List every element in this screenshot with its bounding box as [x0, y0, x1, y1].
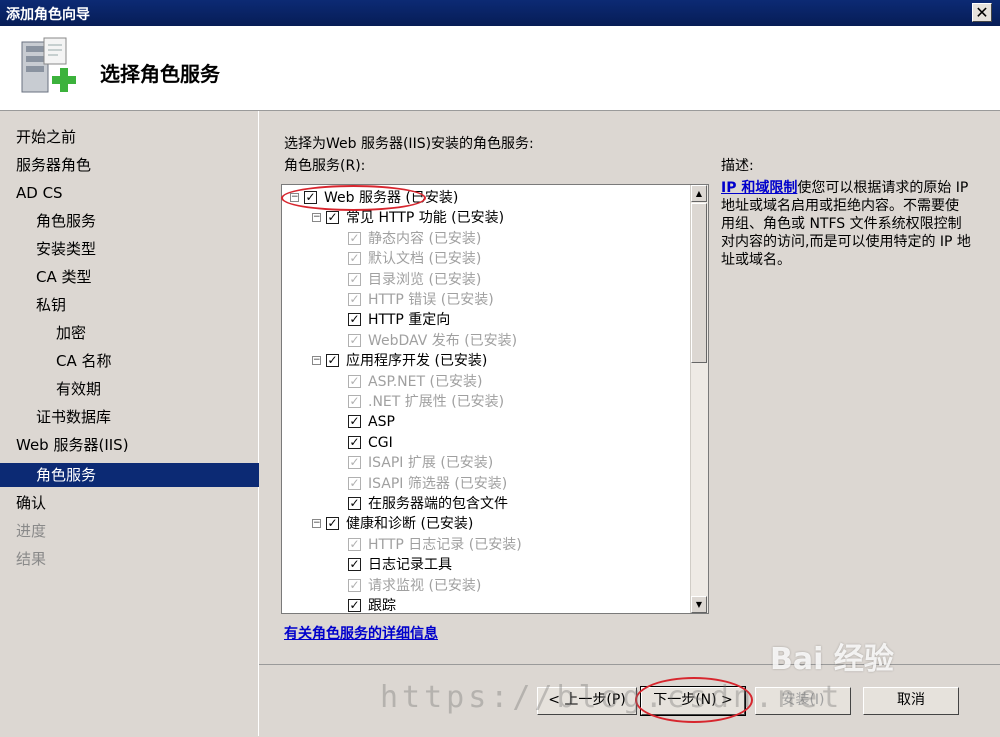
- nav-step-confirmation[interactable]: 确认: [0, 491, 274, 515]
- checkbox[interactable]: ✓: [348, 415, 361, 429]
- checkbox: ✓: [348, 251, 361, 266]
- checkbox: ✓: [348, 332, 361, 347]
- tree-row-label: 目录浏览 (已安装): [368, 271, 482, 288]
- tree-row-label: HTTP 错误 (已安装): [368, 292, 494, 308]
- checkbox: ✓: [348, 577, 361, 592]
- server-add-icon: [21, 37, 76, 93]
- tree-row[interactable]: − ✓ 应用程序开发 (已安装): [282, 351, 687, 371]
- nav-step-server-roles[interactable]: 服务器角色: [0, 153, 274, 177]
- tree-row: ✓ ASP.NET (已安装): [282, 372, 687, 392]
- checkbox: ✓: [348, 292, 361, 306]
- checkbox[interactable]: ✓: [326, 517, 339, 531]
- scroll-down-icon[interactable]: ▼: [691, 596, 707, 613]
- baidu-logo: Bai 经验: [770, 642, 894, 677]
- checkbox: ✓: [348, 373, 361, 388]
- nav-step-ca-type[interactable]: CA 类型: [0, 265, 294, 289]
- tree-row: ✓ ISAPI 扩展 (已安装): [282, 453, 687, 473]
- description-link[interactable]: IP 和域限制: [721, 180, 797, 196]
- nav-step-progress: 进度: [16, 522, 47, 540]
- nav-step-before-you-begin[interactable]: 开始之前: [0, 125, 274, 149]
- window-title: 添加角色向导: [6, 7, 90, 23]
- nav-step-ad-cs-role-services[interactable]: 角色服务: [0, 209, 294, 233]
- checkbox[interactable]: ✓: [348, 435, 361, 449]
- checkbox[interactable]: ✓: [326, 354, 339, 368]
- collapse-icon[interactable]: −: [312, 356, 321, 366]
- cancel-button[interactable]: 取消: [863, 687, 959, 715]
- tree-row-label: 在服务器端的包含文件: [368, 496, 508, 512]
- description-label: 描述:: [721, 158, 754, 174]
- tree-row[interactable]: ✓ ASP: [282, 412, 687, 432]
- nav-step-results: 结果: [16, 550, 47, 568]
- tree-row: ✓ WebDAV 发布 (已安装): [282, 331, 687, 351]
- scroll-thumb[interactable]: [691, 203, 707, 363]
- scroll-up-icon[interactable]: ▲: [691, 185, 707, 202]
- checkbox[interactable]: ✓: [348, 313, 361, 327]
- tree-row[interactable]: ✓ 跟踪: [282, 596, 687, 614]
- tree-row-label: WebDAV 发布 (已安装): [368, 332, 518, 349]
- tree-row-label: 请求监视 (已安装): [368, 577, 482, 594]
- checkbox[interactable]: ✓: [326, 211, 339, 225]
- checkbox: ✓: [348, 394, 361, 408]
- tree-row[interactable]: ✓ HTTP 重定向: [282, 310, 687, 330]
- tree-row-label: ASP: [368, 414, 395, 431]
- tree-row: ✓ ISAPI 筛选器 (已安装): [282, 474, 687, 494]
- tree-row: ✓ .NET 扩展性 (已安装): [282, 392, 687, 412]
- tree-row-label: .NET 扩展性 (已安装): [368, 394, 505, 410]
- highlight-ring-web-server: [281, 185, 426, 211]
- role-services-tree[interactable]: − ✓ Web 服务器 (已安装) − ✓ 常见 HTTP 功能 (已安装) ✓ 静态内容 (…: [281, 184, 709, 614]
- checkbox: ✓: [348, 475, 361, 490]
- instruction-text: 选择为Web 服务器(IIS)安装的角色服务:: [284, 136, 534, 152]
- tree-row: ✓ HTTP 错误 (已安装): [282, 290, 687, 310]
- nav-step-certificate-database[interactable]: 证书数据库: [0, 405, 294, 429]
- description-panel: IP 和域限制使您可以根据请求的原始 IP 地址或域名启用或拒绝内容。不需要使用…: [721, 179, 971, 269]
- tree-row[interactable]: − ✓ 常见 HTTP 功能 (已安装): [282, 208, 687, 228]
- nav-step-web-role-services[interactable]: 角色服务: [0, 463, 294, 487]
- tree-row-label: 跟踪: [368, 598, 396, 614]
- wizard-steps-nav: 开始之前 服务器角色 AD CS 角色服务 安装类型 CA 类型 私钥 加密 C…: [0, 111, 294, 736]
- tree-row: ✓ 默认文档 (已安装): [282, 249, 687, 269]
- checkbox[interactable]: ✓: [348, 497, 361, 510]
- tree-row-label: HTTP 日志记录 (已安装): [368, 536, 522, 553]
- tree-row-label: CGI: [368, 434, 393, 451]
- tree-row-label: ISAPI 扩展 (已安装): [368, 455, 494, 472]
- tree-row[interactable]: ✓ 在服务器端的包含文件: [282, 494, 687, 514]
- tree-row: ✓ 目录浏览 (已安装): [282, 270, 687, 290]
- nav-step-web-server[interactable]: Web 服务器(IIS): [0, 433, 274, 457]
- main-content: 选择为Web 服务器(IIS)安装的角色服务: 角色服务(R): 描述: IP …: [259, 111, 1000, 664]
- tree-row[interactable]: − ✓ 健康和诊断 (已安装): [282, 514, 687, 534]
- title-bar: 添加角色向导 ✕: [0, 0, 1000, 26]
- tree-row-label: 健康和诊断 (已安装): [346, 516, 474, 533]
- tree-row-label: HTTP 重定向: [368, 312, 451, 329]
- tree-row-label: ASP.NET (已安装): [368, 373, 483, 390]
- page-title: 选择角色服务: [100, 62, 220, 86]
- collapse-icon[interactable]: −: [312, 213, 321, 223]
- tree-row: ✓ 请求监视 (已安装): [282, 576, 687, 596]
- tree-row: ✓ HTTP 日志记录 (已安装): [282, 535, 687, 555]
- tree-row-label: 常见 HTTP 功能 (已安装): [346, 210, 505, 227]
- nav-step-private-key[interactable]: 私钥: [0, 293, 294, 317]
- tree-row-label: 日志记录工具: [368, 557, 452, 574]
- tree-scrollbar[interactable]: ▲ ▼: [690, 185, 708, 613]
- checkbox: ✓: [348, 230, 361, 245]
- role-services-label: 角色服务(R):: [284, 158, 366, 174]
- tree-row-label: ISAPI 筛选器 (已安装): [368, 475, 508, 492]
- tree-row-label: 静态内容 (已安装): [368, 230, 482, 247]
- checkbox[interactable]: ✓: [348, 599, 361, 612]
- checkbox: ✓: [348, 455, 361, 470]
- checkbox: ✓: [348, 536, 361, 551]
- collapse-icon[interactable]: −: [312, 519, 321, 529]
- watermark-text: https://blog.csdn.net: [380, 680, 844, 715]
- tree-row-label: 应用程序开发 (已安装): [346, 353, 488, 370]
- tree-row[interactable]: ✓ 日志记录工具: [282, 555, 687, 575]
- tree-row: ✓ 静态内容 (已安装): [282, 229, 687, 249]
- nav-step-setup-type[interactable]: 安装类型: [0, 237, 294, 261]
- close-button[interactable]: ✕: [972, 3, 992, 22]
- checkbox: ✓: [348, 271, 361, 286]
- checkbox[interactable]: ✓: [348, 558, 361, 572]
- more-info-link[interactable]: 有关角色服务的详细信息: [284, 623, 438, 643]
- nav-step-ad-cs[interactable]: AD CS: [0, 181, 274, 205]
- tree-row-label: 默认文档 (已安装): [368, 251, 482, 268]
- tree-row[interactable]: ✓ CGI: [282, 433, 687, 453]
- wizard-header: 选择角色服务: [0, 26, 1000, 111]
